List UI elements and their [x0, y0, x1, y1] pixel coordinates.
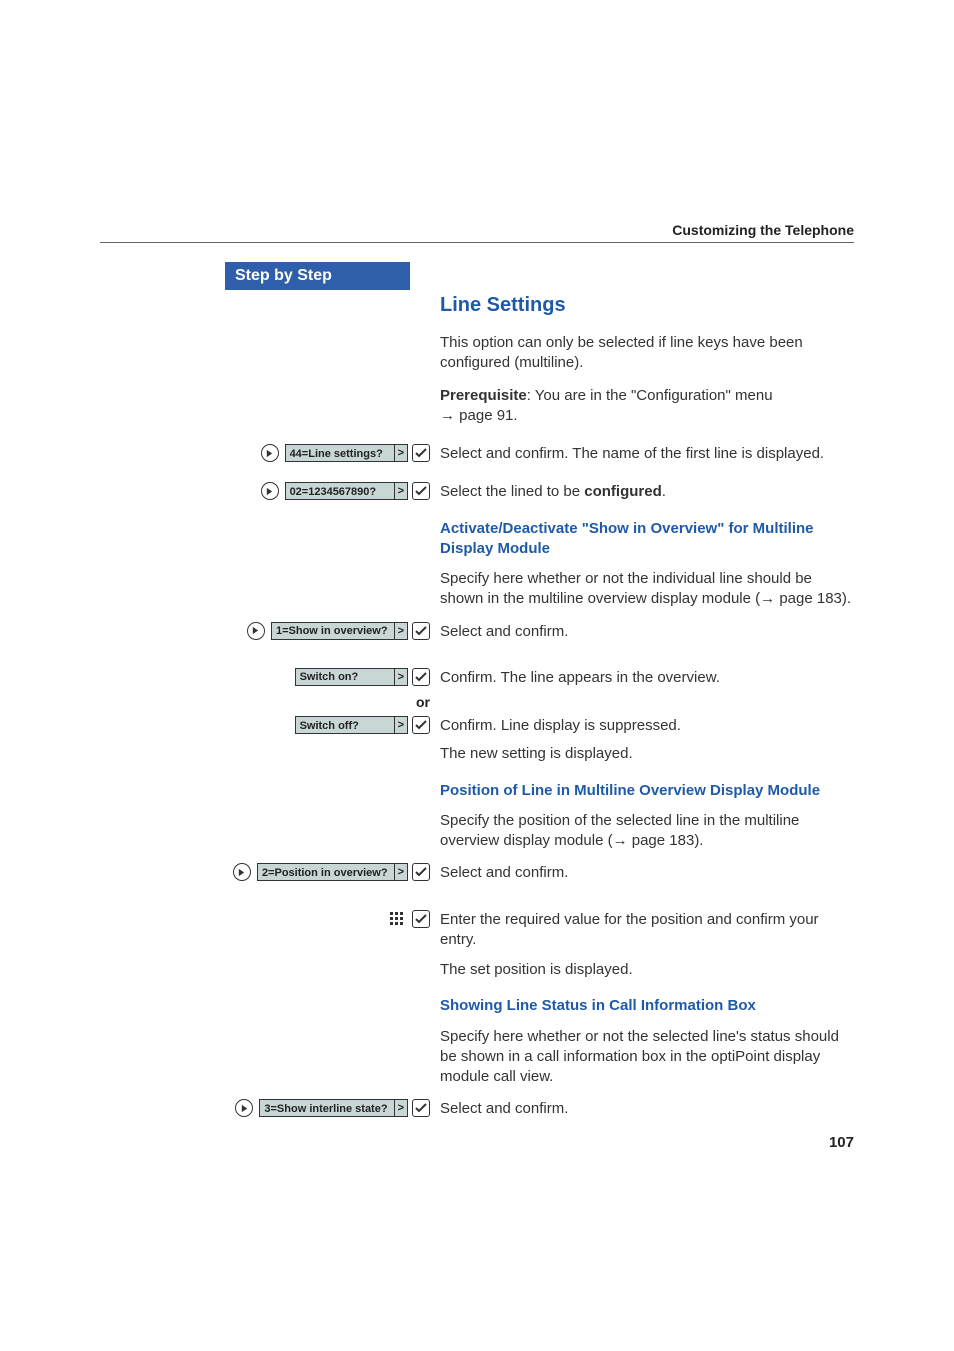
- chevron-right-icon: >: [395, 444, 408, 462]
- row7b-text: The set position is displayed.: [440, 960, 854, 980]
- display-label: 2=Position in overview?: [257, 863, 395, 881]
- confirm-button[interactable]: [412, 482, 430, 500]
- row5-text: Confirm. Line display is suppressed.: [440, 716, 854, 736]
- display-switch-off[interactable]: Switch off? >: [295, 716, 408, 734]
- display-label: 02=1234567890?: [285, 482, 395, 500]
- display-label: 3=Show interline state?: [259, 1099, 394, 1117]
- sub2-paragraph: Specify the position of the selected lin…: [440, 811, 854, 852]
- confirm-button[interactable]: [412, 1099, 430, 1117]
- nav-circle-icon: [233, 863, 251, 881]
- display-show-interline-state[interactable]: 3=Show interline state? >: [259, 1099, 408, 1117]
- sub2-pageref: page 183).: [632, 832, 704, 849]
- keypad-icon: [388, 910, 406, 928]
- confirm-button[interactable]: [412, 910, 430, 928]
- subheading-line-status: Showing Line Status in Call Information …: [440, 996, 854, 1016]
- prerequisite-label: Prerequisite: [440, 387, 527, 404]
- page-number: 107: [829, 1134, 854, 1151]
- display-label: Switch on?: [295, 668, 395, 686]
- display-line-number[interactable]: 02=1234567890? >: [285, 482, 408, 500]
- confirm-button[interactable]: [412, 668, 430, 686]
- row3-text: Select and confirm.: [440, 622, 854, 642]
- row8-text: Select and confirm.: [440, 1099, 854, 1119]
- confirm-button[interactable]: [412, 444, 430, 462]
- row2-text-a: Select the lined to be: [440, 483, 584, 500]
- row2-text: Select the lined to be configured.: [440, 482, 854, 502]
- subheading-position: Position of Line in Multiline Overview D…: [440, 781, 854, 801]
- chevron-right-icon: >: [395, 1099, 408, 1117]
- header-rule: [100, 242, 854, 243]
- step-by-step-header: Step by Step: [225, 262, 410, 290]
- display-show-in-overview[interactable]: 1=Show in overview? >: [271, 622, 408, 640]
- arrow-icon: →: [760, 590, 779, 607]
- row6-text: Select and confirm.: [440, 863, 854, 883]
- display-label: 1=Show in overview?: [271, 622, 395, 640]
- chevron-right-icon: >: [395, 482, 408, 500]
- display-label: 44=Line settings?: [285, 444, 395, 462]
- subheading-show-in-overview: Activate/Deactivate "Show in Overview" f…: [440, 519, 854, 560]
- confirm-button[interactable]: [412, 863, 430, 881]
- row1-text: Select and confirm. The name of the firs…: [440, 444, 854, 464]
- sub1-para-text: Specify here whether or not the individu…: [440, 570, 812, 607]
- nav-circle-icon: [235, 1099, 253, 1117]
- arrow-icon: →: [440, 407, 459, 424]
- nav-circle-icon: [247, 622, 265, 640]
- row2-bold: configured: [584, 483, 662, 500]
- sub1-pageref: page 183).: [779, 590, 851, 607]
- sub1-paragraph: Specify here whether or not the individu…: [440, 569, 854, 610]
- chevron-right-icon: >: [395, 622, 408, 640]
- chevron-right-icon: >: [395, 863, 408, 881]
- or-label: or: [225, 694, 430, 710]
- row5b-text: The new setting is displayed.: [440, 744, 854, 764]
- sub3-paragraph: Specify here whether or not the selected…: [440, 1027, 854, 1088]
- intro-paragraph: This option can only be selected if line…: [440, 333, 854, 374]
- display-line-settings[interactable]: 44=Line settings? >: [285, 444, 408, 462]
- arrow-icon: →: [613, 832, 632, 849]
- confirm-button[interactable]: [412, 622, 430, 640]
- row4-text: Confirm. The line appears in the overvie…: [440, 668, 854, 688]
- display-position-in-overview[interactable]: 2=Position in overview? >: [257, 863, 408, 881]
- prerequisite-rest: : You are in the "Configuration" menu: [527, 387, 773, 404]
- row7-text: Enter the required value for the positio…: [440, 910, 854, 951]
- prerequisite-paragraph: Prerequisite: You are in the "Configurat…: [440, 386, 854, 427]
- chevron-right-icon: >: [395, 668, 408, 686]
- nav-circle-icon: [261, 482, 279, 500]
- row2-text-b: .: [662, 483, 666, 500]
- display-switch-on[interactable]: Switch on? >: [295, 668, 408, 686]
- chevron-right-icon: >: [395, 716, 408, 734]
- display-label: Switch off?: [295, 716, 395, 734]
- nav-circle-icon: [261, 444, 279, 462]
- prerequisite-pageref: page 91.: [459, 407, 517, 424]
- running-head: Customizing the Telephone: [100, 222, 854, 238]
- section-title-line-settings: Line Settings: [440, 292, 854, 319]
- confirm-button[interactable]: [412, 716, 430, 734]
